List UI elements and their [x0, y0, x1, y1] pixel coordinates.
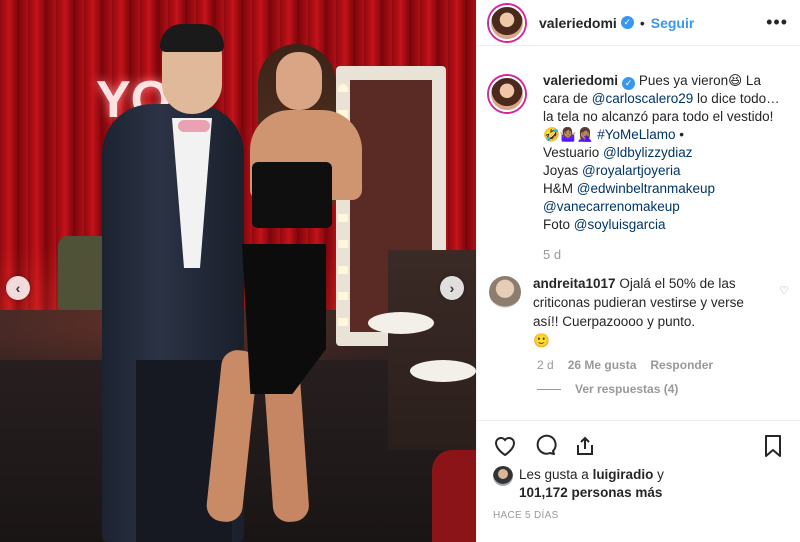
comment-emoji: 🙂: [533, 333, 550, 348]
more-icon[interactable]: •••: [766, 12, 788, 33]
comment-username[interactable]: andreita1017: [533, 276, 616, 291]
mention-link[interactable]: @ldbylizzydiaz: [603, 145, 692, 160]
view-replies[interactable]: Ver respuestas (4): [537, 382, 785, 396]
separator-dot: •: [639, 14, 645, 31]
caption-bullet: •: [675, 127, 684, 142]
mention-link[interactable]: @soyluisgarcia: [574, 217, 666, 232]
avatar[interactable]: [489, 276, 521, 308]
red-seat: [432, 450, 476, 542]
verified-icon: ✓: [620, 16, 634, 29]
comment-meta: 2 d 26 Me gusta Responder: [537, 358, 785, 372]
reply-button[interactable]: Responder: [650, 358, 713, 372]
woman-head: [276, 52, 322, 110]
comments-list[interactable]: valeriedomi ✓ Pues ya vieron😆 La cara de …: [477, 72, 800, 420]
mention-link[interactable]: @royalartjoyeria: [582, 163, 681, 178]
avatar[interactable]: [489, 4, 525, 41]
caption-label: Foto: [543, 217, 574, 232]
post-side-panel: valeriedomi ✓ • Seguir ••• valeriedomi ✓ …: [476, 0, 800, 542]
caption: valeriedomi ✓ Pues ya vieron😆 La cara de …: [489, 72, 785, 264]
stool: [368, 312, 434, 334]
heart-icon[interactable]: ♡: [779, 284, 789, 297]
hashtag-link[interactable]: #YoMeLlamo: [597, 127, 675, 142]
likes-prefix: Les gusta a: [519, 467, 593, 482]
vanity-table: [388, 250, 476, 450]
caption-time: 5 d: [543, 247, 562, 262]
likes-text: Les gusta a luigiradio y 101,172 persona…: [519, 466, 664, 502]
caption-emojis: 🤣🤷🏽‍♀️🤦🏽‍♀️: [543, 127, 594, 142]
save-icon[interactable]: [759, 432, 787, 460]
mention-link[interactable]: @edwinbeltranmakeup: [577, 181, 715, 196]
caption-label: Vestuario: [543, 145, 604, 160]
replies-line: [537, 388, 561, 390]
mention-link[interactable]: @vanecarrenomakeup: [543, 199, 680, 214]
likes-and: y: [653, 467, 664, 482]
action-bar: [477, 420, 800, 470]
post-timestamp: HACE 5 DÍAS: [493, 510, 559, 521]
comment-item: andreita1017 Ojalá el 50% de las critico…: [489, 274, 789, 350]
caption-label: Joyas: [543, 163, 583, 178]
heart-icon[interactable]: [491, 432, 519, 460]
share-icon[interactable]: [571, 432, 599, 460]
caption-username[interactable]: valeriedomi: [543, 73, 618, 88]
bow-tie: [178, 120, 210, 132]
comment-icon[interactable]: [531, 432, 559, 460]
caption-label: H&M: [543, 181, 577, 196]
likes-count[interactable]: 101,172 personas más: [519, 485, 662, 500]
follow-button[interactable]: Seguir: [651, 15, 695, 31]
stool: [410, 360, 476, 382]
post-header: valeriedomi ✓ • Seguir •••: [477, 0, 800, 46]
mention-link[interactable]: @carloscalero29: [592, 91, 694, 106]
likes-user[interactable]: luigiradio: [593, 467, 654, 482]
header-username[interactable]: valeriedomi: [539, 15, 617, 31]
chevron-right-icon[interactable]: ›: [440, 276, 464, 300]
woman-top: [252, 162, 332, 228]
view-replies-label[interactable]: Ver respuestas (4): [575, 382, 678, 396]
comment-time: 2 d: [537, 358, 554, 372]
avatar[interactable]: [489, 76, 525, 112]
caption-text: valeriedomi ✓ Pues ya vieron😆 La cara de …: [543, 72, 785, 264]
likes-summary: Les gusta a luigiradio y 101,172 persona…: [493, 466, 793, 502]
verified-icon: ✓: [622, 76, 636, 90]
comment-text: andreita1017 Ojalá el 50% de las critico…: [533, 274, 765, 350]
chevron-left-icon[interactable]: ‹: [6, 276, 30, 300]
comment-likes[interactable]: 26 Me gusta: [568, 358, 637, 372]
avatar[interactable]: [493, 466, 513, 486]
post-photo[interactable]: YO ‹ ›: [0, 0, 476, 542]
man-hair: [160, 24, 224, 52]
